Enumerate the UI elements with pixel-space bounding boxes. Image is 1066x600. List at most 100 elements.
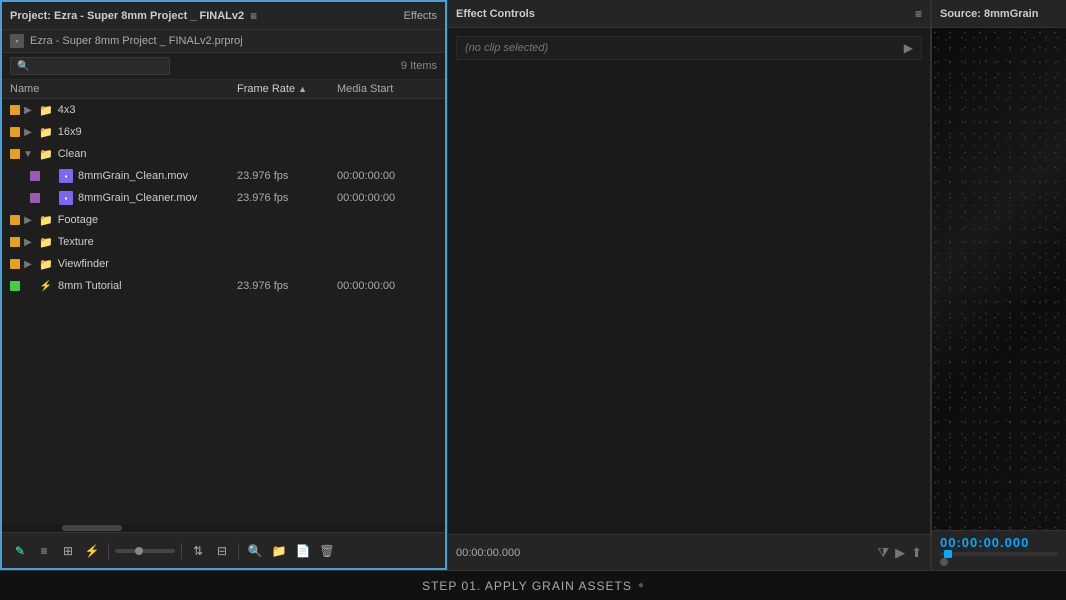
folder-icon: 📁 bbox=[39, 126, 53, 139]
color-swatch bbox=[30, 193, 40, 203]
effect-controls-content: (no clip selected) ▶ bbox=[448, 28, 930, 534]
list-item[interactable]: ▼ 📁 Clean bbox=[2, 143, 445, 165]
transport-playhead[interactable] bbox=[944, 550, 952, 558]
project-panel-menu-icon[interactable]: ≡ bbox=[250, 9, 257, 23]
scrollbar-thumb[interactable] bbox=[62, 525, 122, 531]
project-toolbar: ✎ ≡ ⊞ ⚡ ⇅ ⊟ 🔍 📁 📄 🗑 bbox=[2, 532, 445, 568]
new-item-button[interactable]: ✎ bbox=[10, 541, 30, 561]
item-fps: 23.976 fps bbox=[237, 192, 337, 204]
item-name: Texture bbox=[58, 236, 237, 248]
new-bin-button[interactable]: 📁 bbox=[269, 541, 289, 561]
list-item[interactable]: ▶ 📁 4x3 bbox=[2, 99, 445, 121]
effect-controls-panel: Effect Controls ≡ (no clip selected) ▶ 0… bbox=[447, 0, 931, 570]
list-item[interactable]: ▶ 📁 Viewfinder bbox=[2, 253, 445, 275]
filter-icon[interactable]: ⧩ bbox=[877, 545, 889, 561]
list-item[interactable]: ▶ ▪ 8mmGrain_Cleaner.mov 23.976 fps 00:0… bbox=[2, 187, 445, 209]
effect-controls-menu-icon[interactable]: ≡ bbox=[915, 7, 922, 21]
item-name: Footage bbox=[58, 214, 237, 226]
effect-controls-title: Effect Controls bbox=[456, 8, 535, 20]
toolbar-separator bbox=[181, 543, 182, 559]
item-start: 00:00:00:00 bbox=[337, 192, 437, 204]
source-title: Source: 8mmGrain bbox=[940, 8, 1038, 20]
play-button[interactable]: ▶ bbox=[895, 545, 905, 561]
expand-arrow-icon[interactable]: ▶ bbox=[22, 127, 34, 138]
panel-header: Project: Ezra - Super 8mm Project _ FINA… bbox=[2, 2, 445, 30]
items-count: 9 Items bbox=[401, 60, 437, 72]
list-item[interactable]: ▶ ▪ 8mmGrain_Clean.mov 23.976 fps 00:00:… bbox=[2, 165, 445, 187]
color-swatch bbox=[10, 237, 20, 247]
zoom-slider-thumb[interactable] bbox=[135, 547, 143, 555]
color-swatch bbox=[30, 171, 40, 181]
project-panel-title: Project: Ezra - Super 8mm Project _ FINA… bbox=[10, 10, 244, 22]
item-fps: 23.976 fps bbox=[237, 280, 337, 292]
search-input[interactable] bbox=[33, 60, 163, 72]
preview-grain bbox=[932, 28, 1066, 530]
sequence-icon: ⚡ bbox=[39, 279, 53, 293]
effect-timecode: 00:00:00.000 bbox=[456, 547, 520, 559]
color-swatch bbox=[10, 215, 20, 225]
item-start: 00:00:00:00 bbox=[337, 280, 437, 292]
list-item[interactable]: ▶ 📁 Texture bbox=[2, 231, 445, 253]
delete-button[interactable]: 🗑 bbox=[317, 541, 337, 561]
project-panel: Project: Ezra - Super 8mm Project _ FINA… bbox=[0, 0, 447, 570]
step-dot: ● bbox=[638, 580, 644, 591]
expand-arrow-icon[interactable]: ▼ bbox=[22, 149, 34, 160]
item-name: 8mm Tutorial bbox=[58, 280, 237, 292]
list-item[interactable]: ▶ 📁 16x9 bbox=[2, 121, 445, 143]
zoom-slider[interactable] bbox=[115, 549, 175, 553]
project-path-row: ▪ Ezra - Super 8mm Project _ FINALv2.prp… bbox=[2, 30, 445, 53]
item-name: 16x9 bbox=[58, 126, 237, 138]
icon-view-button[interactable]: ⊞ bbox=[58, 541, 78, 561]
folder-icon: 📁 bbox=[39, 214, 53, 227]
export-button[interactable]: ⬆ bbox=[911, 545, 922, 561]
search-row: 🔍 9 Items bbox=[2, 53, 445, 80]
column-headers: Name Frame Rate ▲ Media Start bbox=[2, 80, 445, 99]
item-fps: 23.976 fps bbox=[237, 170, 337, 182]
filter-button[interactable]: ⊟ bbox=[212, 541, 232, 561]
automate-button[interactable]: ⚡ bbox=[82, 541, 102, 561]
transport-circle bbox=[940, 558, 948, 566]
list-item[interactable]: ▶ ⚡ 8mm Tutorial 23.976 fps 00:00:00:00 bbox=[2, 275, 445, 297]
effect-bottom-bar: 00:00:00.000 ⧩ ▶ ⬆ bbox=[448, 534, 930, 570]
expand-arrow-icon[interactable]: ▶ bbox=[22, 215, 34, 226]
source-header: Source: 8mmGrain bbox=[932, 0, 1066, 28]
color-swatch bbox=[10, 127, 20, 137]
horizontal-scrollbar[interactable] bbox=[2, 524, 445, 532]
find-button[interactable]: 🔍 bbox=[245, 541, 265, 561]
transport-track[interactable] bbox=[940, 552, 1058, 556]
folder-icon: 📁 bbox=[39, 236, 53, 249]
file-list: ▶ 📁 4x3 ▶ 📁 16x9 bbox=[2, 99, 445, 524]
item-name: Clean bbox=[58, 148, 237, 160]
file-icon: ▪ bbox=[59, 169, 73, 183]
col-framerate-header[interactable]: Frame Rate ▲ bbox=[237, 83, 337, 95]
item-start: 00:00:00:00 bbox=[337, 170, 437, 182]
search-icon: 🔍 bbox=[17, 61, 29, 72]
list-item[interactable]: ▶ 📁 Footage bbox=[2, 209, 445, 231]
col-mediastart-header: Media Start bbox=[337, 83, 437, 95]
source-preview bbox=[932, 28, 1066, 530]
folder-icon: 📁 bbox=[39, 148, 53, 161]
sort-arrow-icon: ▲ bbox=[298, 84, 307, 94]
color-swatch bbox=[10, 149, 20, 159]
folder-icon: 📁 bbox=[39, 104, 53, 117]
source-bottom: 00:00:00.000 bbox=[932, 530, 1066, 570]
new-item2-button[interactable]: 📄 bbox=[293, 541, 313, 561]
bottom-bar: STEP 01. APPLY GRAIN ASSETS ● bbox=[0, 570, 1066, 600]
search-input-wrapper[interactable]: 🔍 bbox=[10, 57, 170, 75]
tab-effects[interactable]: Effects bbox=[404, 8, 437, 24]
expand-arrow-icon[interactable]: ▶ bbox=[22, 237, 34, 248]
color-swatch bbox=[10, 281, 20, 291]
expand-arrow-icon[interactable]: ▶ bbox=[22, 105, 34, 116]
item-name: Viewfinder bbox=[58, 258, 237, 270]
step-label: STEP 01. APPLY GRAIN ASSETS bbox=[422, 579, 632, 593]
col-name-header: Name bbox=[10, 83, 237, 95]
list-view-button[interactable]: ≡ bbox=[34, 541, 54, 561]
project-path-text: Ezra - Super 8mm Project _ FINALv2.prpro… bbox=[30, 35, 243, 47]
sort-button[interactable]: ⇅ bbox=[188, 541, 208, 561]
expand-arrow-icon[interactable]: ▶ bbox=[22, 259, 34, 270]
item-name: 4x3 bbox=[58, 104, 237, 116]
effect-controls-header: Effect Controls ≡ bbox=[448, 0, 930, 28]
item-name: 8mmGrain_Clean.mov bbox=[78, 170, 237, 182]
color-swatch bbox=[10, 105, 20, 115]
no-clip-text: (no clip selected) bbox=[465, 42, 548, 54]
